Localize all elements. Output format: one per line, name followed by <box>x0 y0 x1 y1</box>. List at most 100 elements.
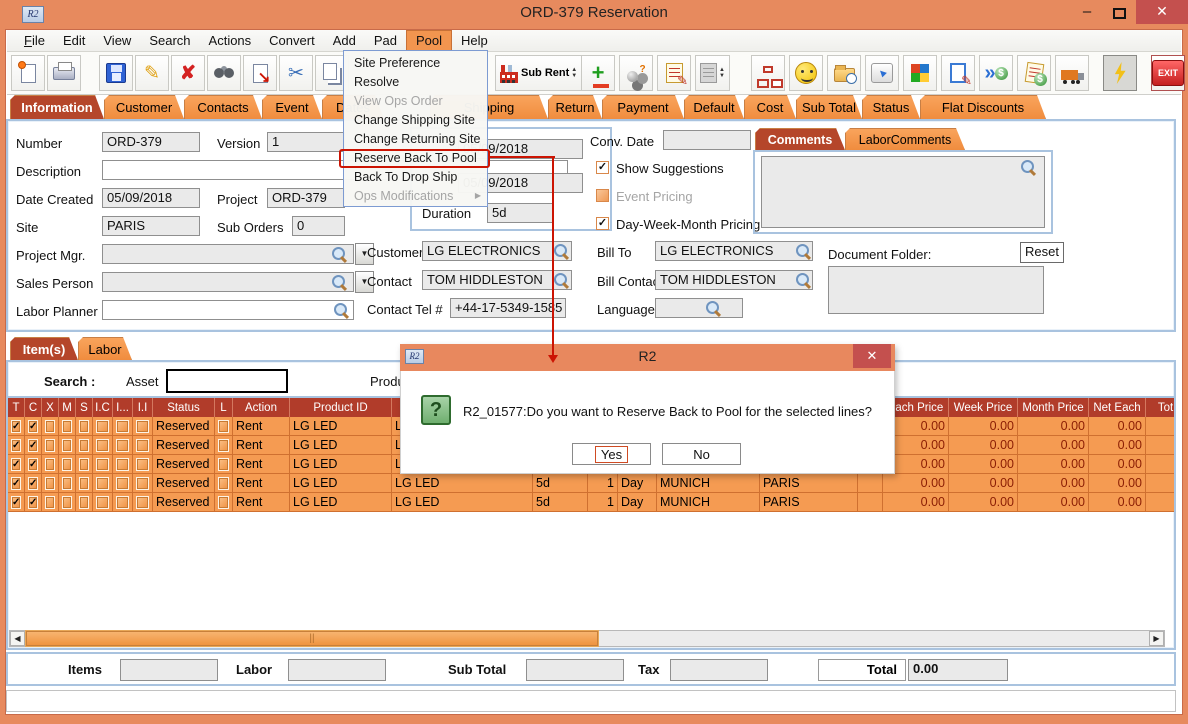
row-checkbox-l[interactable] <box>218 477 229 490</box>
row-checkbox-ic[interactable] <box>96 496 109 509</box>
cell-status[interactable]: Reserved <box>153 455 215 473</box>
print-button[interactable] <box>47 55 81 91</box>
col-net-each[interactable]: Net Each <box>1089 398 1146 417</box>
cell-action[interactable]: Rent <box>233 436 290 454</box>
cell-status[interactable]: Reserved <box>153 417 215 435</box>
row-checkbox-i[interactable] <box>116 420 129 433</box>
comments-textarea[interactable] <box>761 156 1045 228</box>
tab-event[interactable]: Event <box>262 95 322 119</box>
row-checkbox-ii[interactable] <box>136 439 149 452</box>
table-row[interactable]: Reserved Rent LG LED LG LED 5d 1 Day MUN… <box>8 474 1174 493</box>
row-checkbox-ii[interactable] <box>136 477 149 490</box>
row-checkbox-x[interactable] <box>45 477 55 490</box>
tab-sub-total[interactable]: Sub Total <box>796 95 862 119</box>
cell-total[interactable] <box>1146 436 1174 454</box>
col-x[interactable]: X <box>42 398 59 417</box>
col-action[interactable]: Action <box>233 398 290 417</box>
col-product-id[interactable]: Product ID <box>290 398 392 417</box>
menu-item-change-returning-site[interactable]: Change Returning Site <box>344 129 487 148</box>
labor-planner-field[interactable] <box>102 300 354 320</box>
dialog-title-bar[interactable]: R2 R2 ✕ <box>400 344 895 371</box>
sub-rent-spinner[interactable]: ▲▼ <box>571 67 577 79</box>
exit-button[interactable]: EXIT <box>1151 55 1185 91</box>
customer-field[interactable]: LG ELECTRONICS <box>422 241 572 261</box>
cell-product-id[interactable]: LG LED <box>290 474 392 492</box>
menu-item-back-to-drop-ship[interactable]: Back To Drop Ship <box>344 167 487 186</box>
bill-to-search-icon[interactable] <box>796 244 811 259</box>
tab-payment[interactable]: Payment <box>602 95 684 119</box>
cell-ship-site[interactable]: MUNICH <box>657 493 760 511</box>
maximize-button[interactable] <box>1104 2 1134 24</box>
find-button[interactable] <box>207 55 241 91</box>
cell-description[interactable]: LG LED <box>392 474 533 492</box>
site-structure-button[interactable] <box>751 55 785 91</box>
tab-cost[interactable]: Cost <box>744 95 796 119</box>
transfer-cost-button[interactable]: »$ <box>979 55 1013 91</box>
row-checkbox-ic[interactable] <box>96 477 109 490</box>
menu-search[interactable]: Search <box>140 31 199 50</box>
col-s[interactable]: S <box>76 398 93 417</box>
row-checkbox-c[interactable] <box>28 420 38 433</box>
cell-total[interactable] <box>1146 417 1174 435</box>
row-checkbox-m[interactable] <box>62 477 72 490</box>
edit-document-button[interactable]: ✎ <box>941 55 975 91</box>
cell-blank[interactable] <box>858 493 883 511</box>
dwm-pricing-checkbox[interactable] <box>596 217 609 230</box>
cell-description[interactable]: LG LED <box>392 493 533 511</box>
col-ii[interactable]: I.I <box>133 398 153 417</box>
tab-labor-comments[interactable]: LaborComments <box>845 128 965 150</box>
row-checkbox-c[interactable] <box>28 496 38 509</box>
menu-file[interactable]: File <box>15 31 54 50</box>
row-checkbox-l[interactable] <box>218 420 229 433</box>
bill-to-field[interactable]: LG ELECTRONICS <box>655 241 813 261</box>
cell-action[interactable]: Rent <box>233 417 290 435</box>
tab-flat-discounts[interactable]: Flat Discounts <box>920 95 1046 119</box>
row-checkbox-l[interactable] <box>218 439 229 452</box>
history-folder-button[interactable] <box>827 55 861 91</box>
cell-month-price[interactable]: 0.00 <box>1018 474 1089 492</box>
delete-button[interactable]: ✘ <box>171 55 205 91</box>
project-mgr-field[interactable] <box>102 244 354 264</box>
scroll-right-arrow[interactable]: ▶ <box>1149 631 1164 646</box>
row-checkbox-l[interactable] <box>218 458 229 471</box>
cut-button[interactable]: ✂ <box>279 55 313 91</box>
cell-net-each[interactable]: 0.00 <box>1089 455 1146 473</box>
dialog-close-button[interactable]: ✕ <box>853 344 891 368</box>
version-field[interactable]: 1 <box>267 132 345 152</box>
cell-each-price[interactable]: 0.00 <box>883 493 949 511</box>
sales-person-search-icon[interactable] <box>332 275 347 290</box>
col-week-price[interactable]: Week Price <box>949 398 1018 417</box>
cell-week-price[interactable]: 0.00 <box>949 474 1018 492</box>
cell-net-each[interactable]: 0.00 <box>1089 493 1146 511</box>
sub-rent-button[interactable]: Sub Rent ▲▼ <box>495 55 582 91</box>
minimize-button[interactable]: – <box>1072 2 1102 24</box>
row-checkbox-m[interactable] <box>62 420 72 433</box>
cell-product-id[interactable]: LG LED <box>290 417 392 435</box>
shortcut-key-button[interactable] <box>865 55 899 91</box>
row-checkbox-s[interactable] <box>79 458 89 471</box>
menu-pool[interactable]: Pool <box>406 30 452 51</box>
reset-button[interactable]: Reset <box>1020 242 1064 263</box>
new-document-button[interactable] <box>11 55 45 91</box>
cell-product-id[interactable]: LG LED <box>290 455 392 473</box>
col-ic[interactable]: I.C <box>93 398 113 417</box>
row-checkbox-i[interactable] <box>116 458 129 471</box>
add-item-button[interactable]: + <box>581 55 615 91</box>
project-mgr-search-icon[interactable] <box>332 247 347 262</box>
cell-blank[interactable] <box>858 474 883 492</box>
customer-smiley-button[interactable] <box>789 55 823 91</box>
row-checkbox-t[interactable] <box>11 496 21 509</box>
row-checkbox-l[interactable] <box>218 496 229 509</box>
cell-month-price[interactable]: 0.00 <box>1018 436 1089 454</box>
cell-month-price[interactable]: 0.00 <box>1018 417 1089 435</box>
cell-each-price[interactable]: 0.00 <box>883 474 949 492</box>
row-checkbox-ii[interactable] <box>136 420 149 433</box>
cell-return-site[interactable]: PARIS <box>760 493 858 511</box>
row-checkbox-s[interactable] <box>79 496 89 509</box>
row-checkbox-i[interactable] <box>116 439 129 452</box>
billing-notes-button[interactable]: $ <box>1017 55 1051 91</box>
menu-item-resolve[interactable]: Resolve <box>344 72 487 91</box>
bill-contact-search-icon[interactable] <box>796 273 811 288</box>
row-checkbox-ic[interactable] <box>96 439 109 452</box>
horizontal-scrollbar[interactable]: ◀ ▶ <box>9 630 1165 647</box>
